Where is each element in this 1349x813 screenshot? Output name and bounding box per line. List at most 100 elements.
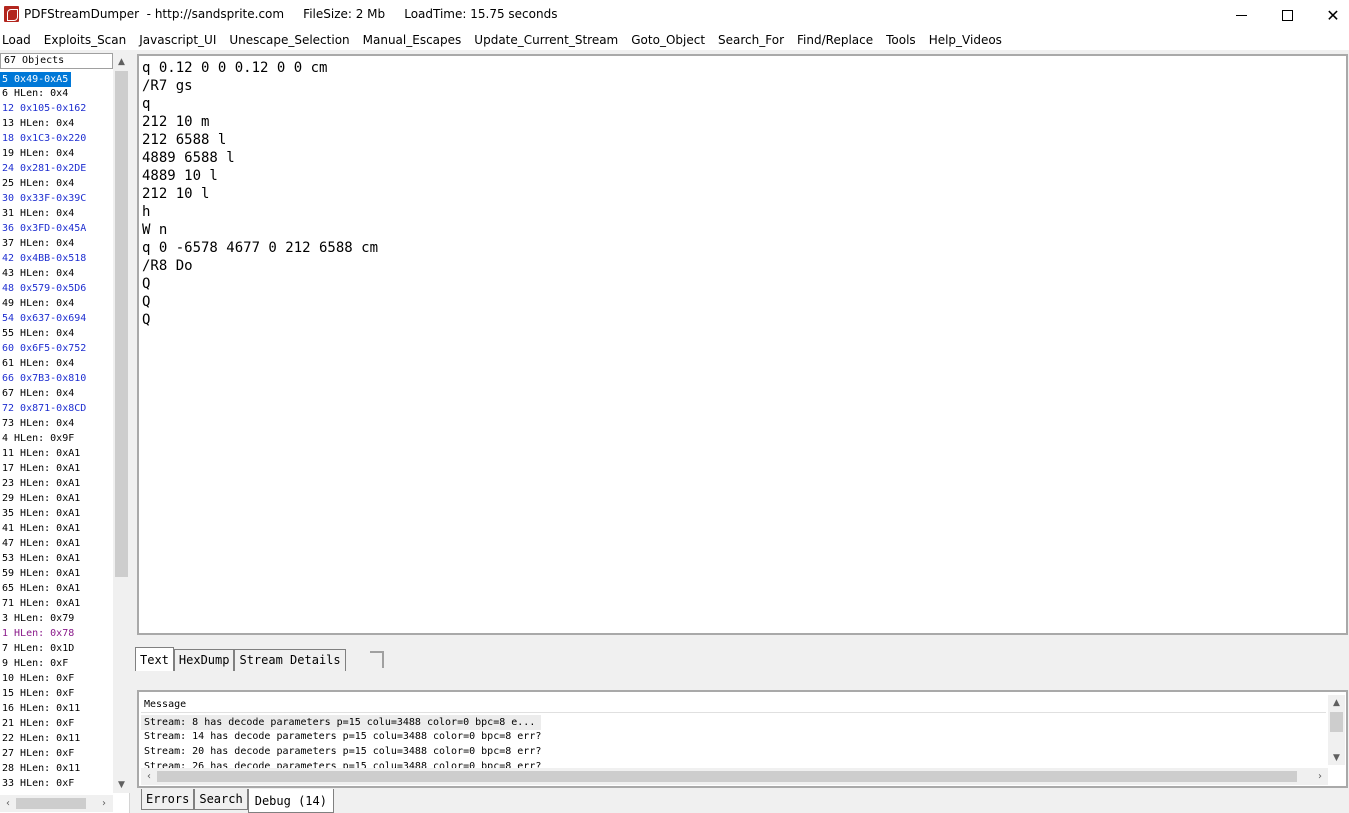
- object-list-item[interactable]: 36 0x3FD-0x45A: [0, 221, 113, 236]
- menu-unescape-selection[interactable]: Unescape_Selection: [222, 30, 355, 50]
- menu-manual-escapes[interactable]: Manual_Escapes: [356, 30, 468, 50]
- pdf-app-icon: [4, 6, 19, 22]
- scroll-left-icon[interactable]: ‹: [141, 768, 157, 785]
- object-list-vertical-scrollbar[interactable]: ▲ ▼: [113, 53, 130, 793]
- object-list-item[interactable]: 59 HLen: 0xA1: [0, 566, 113, 581]
- object-list-item[interactable]: 13 HLen: 0x4: [0, 116, 113, 131]
- object-list-item[interactable]: 43 HLen: 0x4: [0, 266, 113, 281]
- object-list-item[interactable]: 54 0x637-0x694: [0, 311, 113, 326]
- object-list-item[interactable]: 9 HLen: 0xF: [0, 656, 113, 671]
- scroll-down-icon[interactable]: ▼: [1328, 750, 1345, 765]
- message-column-header[interactable]: Message: [141, 696, 1326, 713]
- object-list-item[interactable]: 60 0x6F5-0x752: [0, 341, 113, 356]
- object-list-item[interactable]: 6 HLen: 0x4: [0, 86, 113, 101]
- menu-exploits-scan[interactable]: Exploits_Scan: [37, 30, 132, 50]
- object-list-item[interactable]: 47 HLen: 0xA1: [0, 536, 113, 551]
- menu-load[interactable]: Load: [0, 30, 37, 50]
- message-row[interactable]: Stream: 8 has decode parameters p=15 col…: [141, 715, 542, 730]
- object-list-item[interactable]: 48 0x579-0x5D6: [0, 281, 113, 296]
- object-list-item[interactable]: 4 HLen: 0x9F: [0, 431, 113, 446]
- object-list-item[interactable]: 16 HLen: 0x11: [0, 701, 113, 716]
- menu-find-replace[interactable]: Find/Replace: [790, 30, 879, 50]
- object-list-item[interactable]: 65 HLen: 0xA1: [0, 581, 113, 596]
- object-list-item[interactable]: 61 HLen: 0x4: [0, 356, 113, 371]
- object-list-item[interactable]: 22 HLen: 0x11: [0, 731, 113, 746]
- object-list-item[interactable]: 1 HLen: 0x78: [0, 626, 113, 641]
- object-list-horizontal-scrollbar[interactable]: ‹ ›: [0, 795, 113, 812]
- close-button[interactable]: ✕: [1310, 0, 1349, 30]
- object-list-item[interactable]: 49 HLen: 0x4: [0, 296, 113, 311]
- object-list-item[interactable]: 21 HLen: 0xF: [0, 716, 113, 731]
- object-list-item[interactable]: 23 HLen: 0xA1: [0, 476, 113, 491]
- stream-line: q 0 -6578 4677 0 212 6588 cm: [142, 240, 379, 256]
- tab-debug[interactable]: Debug (14): [247, 789, 334, 813]
- message-row[interactable]: Stream: 14 has decode parameters p=15 co…: [141, 729, 1326, 744]
- menu-search-for[interactable]: Search_For: [711, 30, 790, 50]
- object-list-item[interactable]: 25 HLen: 0x4: [0, 176, 113, 191]
- object-list-item[interactable]: 15 HLen: 0xF: [0, 686, 113, 701]
- menu-tools[interactable]: Tools: [879, 30, 922, 50]
- object-list-item[interactable]: 11 HLen: 0xA1: [0, 446, 113, 461]
- scroll-thumb[interactable]: [157, 771, 1297, 782]
- scroll-right-icon[interactable]: ›: [96, 795, 112, 812]
- stream-text-area[interactable]: q 0.12 0 0 0.12 0 0 cm/R7 gs q 212 10 m 212…: [137, 54, 1348, 635]
- object-list-item[interactable]: 5 0x49-0xA5: [0, 72, 72, 87]
- object-count-header[interactable]: 67 Objects: [0, 53, 113, 69]
- object-list-item[interactable]: 73 HLen: 0x4: [0, 416, 113, 431]
- object-list-item[interactable]: 35 HLen: 0xA1: [0, 506, 113, 521]
- menu-help-videos[interactable]: Help_Videos: [922, 30, 1008, 50]
- object-list-item[interactable]: 33 HLen: 0xF: [0, 776, 113, 791]
- tab-hexdump[interactable]: HexDump: [173, 649, 235, 671]
- object-list-item[interactable]: 24 0x281-0x2DE: [0, 161, 113, 176]
- tab-stream-details[interactable]: Stream Details: [234, 649, 346, 671]
- scroll-thumb[interactable]: [1330, 712, 1343, 732]
- scroll-left-icon[interactable]: ‹: [0, 795, 16, 812]
- object-list-item[interactable]: 53 HLen: 0xA1: [0, 551, 113, 566]
- object-list-item[interactable]: 67 HLen: 0x4: [0, 386, 113, 401]
- stream-line: q: [142, 96, 151, 112]
- object-list-item[interactable]: 18 0x1C3-0x220: [0, 131, 113, 146]
- window-title: PDFStreamDumper - http://sandsprite.com …: [24, 7, 558, 21]
- menu-goto-object[interactable]: Goto_Object: [624, 30, 711, 50]
- object-list-item[interactable]: 10 HLen: 0xF: [0, 671, 113, 686]
- message-row-wrapper: Stream: 14 has decode parameters p=15 co…: [141, 729, 1326, 744]
- menu-javascript-ui[interactable]: Javascript_UI: [132, 30, 222, 50]
- object-list-item[interactable]: 37 HLen: 0x4: [0, 236, 113, 251]
- object-list-item[interactable]: 31 HLen: 0x4: [0, 206, 113, 221]
- message-row-wrapper: Stream: 8 has decode parameters p=15 col…: [141, 714, 1326, 730]
- minimize-button[interactable]: [1218, 0, 1264, 30]
- object-list-item[interactable]: 17 HLen: 0xA1: [0, 461, 113, 476]
- object-list-item[interactable]: 28 HLen: 0x11: [0, 761, 113, 776]
- scroll-thumb[interactable]: [115, 71, 128, 577]
- object-list-item[interactable]: 19 HLen: 0x4: [0, 146, 113, 161]
- object-list-item[interactable]: 12 0x105-0x162: [0, 101, 113, 116]
- object-list-item[interactable]: 42 0x4BB-0x518: [0, 251, 113, 266]
- maximize-button[interactable]: [1264, 0, 1310, 30]
- message-horizontal-scrollbar[interactable]: ‹ ›: [141, 768, 1328, 785]
- scroll-thumb[interactable]: [16, 798, 86, 809]
- object-list-item[interactable]: 55 HLen: 0x4: [0, 326, 113, 341]
- message-row[interactable]: Stream: 26 has decode parameters p=15 co…: [141, 759, 1326, 768]
- object-list-item[interactable]: 41 HLen: 0xA1: [0, 521, 113, 536]
- object-list-item[interactable]: 27 HLen: 0xF: [0, 746, 113, 761]
- tab-search[interactable]: Search: [194, 789, 248, 810]
- object-list-item[interactable]: 72 0x871-0x8CD: [0, 401, 113, 416]
- menu-update-current-stream[interactable]: Update_Current_Stream: [467, 30, 624, 50]
- tab-errors[interactable]: Errors: [141, 789, 195, 810]
- message-row[interactable]: Stream: 20 has decode parameters p=15 co…: [141, 744, 1326, 759]
- scroll-right-icon[interactable]: ›: [1312, 768, 1328, 785]
- message-vertical-scrollbar[interactable]: ▲ ▼: [1328, 695, 1345, 765]
- object-list-item[interactable]: 66 0x7B3-0x810: [0, 371, 113, 386]
- object-list-item[interactable]: 7 HLen: 0x1D: [0, 641, 113, 656]
- tab-text[interactable]: Text: [135, 647, 174, 671]
- maximize-icon: [1281, 9, 1293, 21]
- object-list-row-selected: 5 0x49-0xA5: [0, 71, 113, 87]
- scroll-up-icon[interactable]: ▲: [113, 53, 130, 70]
- object-list-item[interactable]: 71 HLen: 0xA1: [0, 596, 113, 611]
- scroll-up-icon[interactable]: ▲: [1328, 695, 1345, 710]
- object-list-item[interactable]: 3 HLen: 0x79: [0, 611, 113, 626]
- object-list-item[interactable]: 30 0x33F-0x39C: [0, 191, 113, 206]
- stream-line: 212 10 l: [142, 186, 210, 202]
- scroll-down-icon[interactable]: ▼: [113, 776, 130, 793]
- object-list-item[interactable]: 29 HLen: 0xA1: [0, 491, 113, 506]
